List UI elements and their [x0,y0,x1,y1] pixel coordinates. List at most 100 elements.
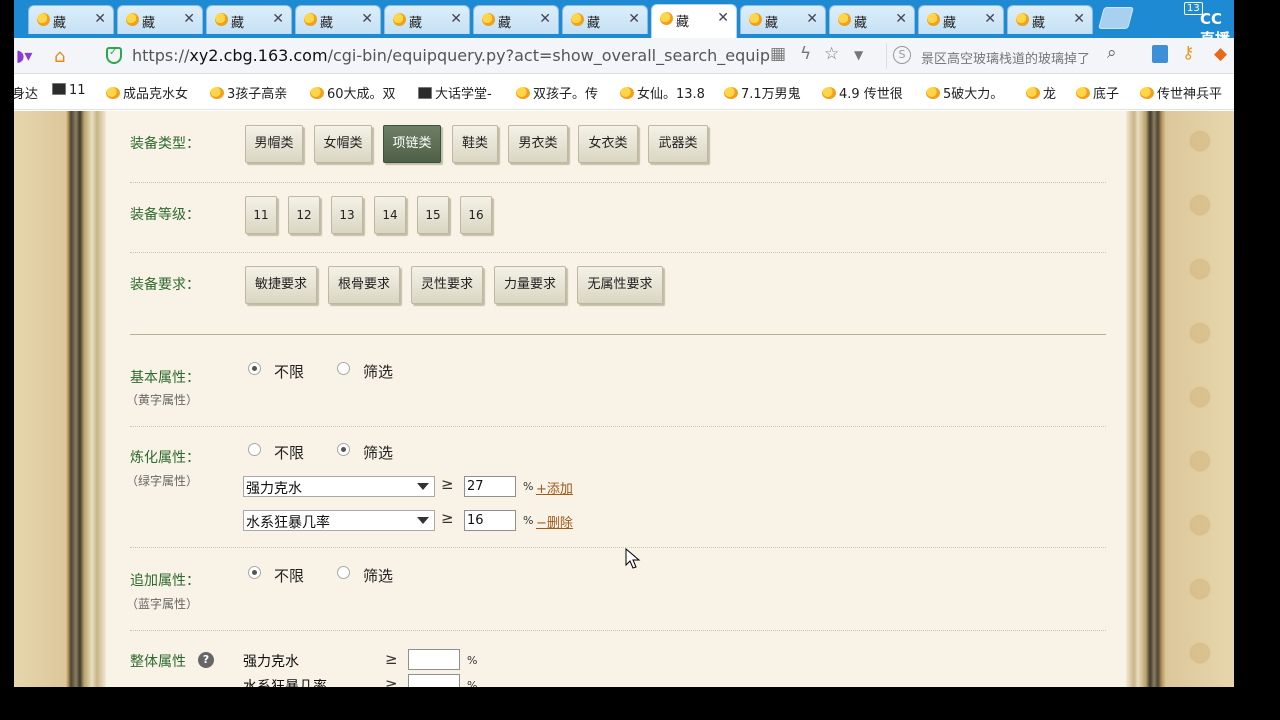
bookmark-item[interactable]: 双孩子。传 [516,83,598,102]
browser-tab[interactable]: 藏 ✕ [740,5,826,34]
equip-type-option[interactable]: 鞋类 [452,125,498,163]
browser-tab[interactable]: 藏 ✕ [918,5,1004,34]
equip-level-option[interactable]: 12 [288,196,320,234]
bookmark-item[interactable]: 60大成。双 [310,83,396,102]
bookmark-label: 龙 [1043,87,1057,102]
equip-level-option[interactable]: 13 [331,196,363,234]
grid-icon[interactable]: ▦ [770,44,786,64]
add-attr-link[interactable]: +添加 [536,478,573,497]
key-icon[interactable]: ⚷ [1182,43,1194,63]
extension-icon[interactable]: ◆ [1214,44,1227,64]
bookmark-label: 60大成。双 [327,87,396,102]
url-input[interactable]: https://xy2.cbg.163.com/cgi-bin/equipque… [132,46,770,65]
refine-attr-select[interactable]: 强力克水 [243,476,435,497]
equip-req-option[interactable]: 力量要求 [494,266,566,304]
search-input[interactable]: S 景区高空玻璃栈道的玻璃掉了 [886,43,1144,69]
equip-type-option[interactable]: 女帽类 [314,125,372,163]
close-icon[interactable]: ✕ [94,11,106,27]
equip-level-option[interactable]: 11 [245,196,277,234]
equip-req-option[interactable]: 灵性要求 [411,266,483,304]
cbg-favicon-icon [927,13,940,26]
tab-strip: 藏 ✕ 藏 ✕ 藏 ✕ 藏 ✕ 藏 ✕ 藏 ✕ 藏 ✕ 藏 ✕ 藏 ✕ 藏 ✕ 藏 ✕ 藏 ✕ 13 C… [14,0,1234,48]
browser-tab[interactable]: 藏 ✕ [562,5,648,34]
bookmark-item[interactable]: 成品克水女 [106,83,188,102]
bookmark-favicon-icon [1026,87,1040,99]
close-icon[interactable]: ✕ [272,11,284,27]
bookmark-item[interactable]: 身达 [14,83,38,102]
equip-req-option[interactable]: 根骨要求 [328,266,400,304]
help-icon[interactable]: ? [198,652,214,668]
equip-level-option[interactable]: 14 [374,196,406,234]
close-icon[interactable]: ✕ [450,11,462,27]
equip-type-option[interactable]: 女衣类 [578,125,638,163]
extra-attr-unlimited-radio[interactable] [248,566,261,579]
equip-type-option[interactable]: 武器类 [648,125,708,163]
cbg-favicon-icon [749,13,762,26]
bookmark-item[interactable]: 女仙。13.8 [620,83,705,102]
browser-tab[interactable]: 藏 ✕ [28,5,114,34]
back-menu-icon[interactable]: ◗▾ [16,46,32,65]
bookmark-item[interactable]: 4.9 传世很 [822,83,903,102]
close-icon[interactable]: ✕ [806,11,818,27]
star-icon[interactable]: ☆ [824,44,839,64]
close-icon[interactable]: ✕ [895,11,907,27]
close-icon[interactable]: ✕ [183,11,195,27]
close-icon[interactable]: ✕ [628,11,640,27]
overall-attr-value-input[interactable] [408,649,460,670]
close-icon[interactable]: ✕ [1073,11,1085,27]
refine-attr-value-input[interactable]: 27 [464,476,516,497]
lightning-icon[interactable]: ϟ [800,44,811,64]
search-icon[interactable]: ⌕ [1107,43,1117,63]
browser-tab[interactable]: 藏 ✕ [829,5,915,34]
basic-attr-unlimited-radio[interactable] [248,362,261,375]
bookmark-item[interactable]: 传世神兵平 [1140,83,1222,102]
close-icon[interactable]: ✕ [539,11,551,27]
geq-symbol: ≥ [441,475,454,493]
bookmark-label: 双孩子。传 [533,87,599,102]
bookmark-item[interactable]: 5破大力。 [926,83,1003,102]
refine-attr-value-input[interactable]: 16 [464,510,516,531]
browser-tab-active[interactable]: 藏 ✕ [651,4,737,38]
close-icon[interactable]: ✕ [717,10,729,26]
select-value: 强力克水 [246,481,302,497]
equip-level-option[interactable]: 16 [460,196,492,234]
equip-type-option[interactable]: 男帽类 [245,125,303,163]
browser-tab[interactable]: 藏 ✕ [473,5,559,34]
overall-attr-value-input[interactable] [408,674,460,687]
refine-attr-select[interactable]: 水系狂暴几率 [243,510,435,531]
new-tab-button[interactable] [1098,7,1134,29]
bookmark-item[interactable]: 11 [52,83,86,98]
browser-tab[interactable]: 藏 ✕ [1007,5,1093,34]
extension-icon[interactable] [1152,45,1168,63]
overall-attr-label: 整体属性 [130,654,186,670]
browser-tab[interactable]: 藏 ✕ [206,5,292,34]
chevron-down-icon[interactable]: ▼ [854,48,863,62]
equip-req-option[interactable]: 敏捷要求 [245,266,317,304]
close-icon[interactable]: ✕ [361,11,373,27]
browser-tab[interactable]: 藏 ✕ [384,5,470,34]
divider [130,426,1106,427]
equip-level-option[interactable]: 15 [417,196,449,234]
equip-type-option[interactable]: 男衣类 [508,125,568,163]
extra-attr-filter-radio[interactable] [337,566,350,579]
tab-title: 藏 [142,16,156,31]
bookmark-favicon-icon [310,87,324,99]
bookmark-item[interactable]: 7.1万男鬼 [724,83,801,102]
cbg-favicon-icon [304,13,317,26]
basic-attr-filter-radio[interactable] [337,362,350,375]
browser-tab[interactable]: 藏 ✕ [117,5,203,34]
delete-attr-link[interactable]: −删除 [536,512,573,531]
refine-attr-filter-radio[interactable] [337,443,350,456]
bookmark-favicon-icon [106,87,120,99]
equip-type-option-selected[interactable]: 项链类 [383,125,441,163]
bookmark-item[interactable]: 3孩子高亲 [210,83,287,102]
bookmark-item[interactable]: 底子 [1076,83,1119,102]
home-icon[interactable]: ⌂ [54,46,65,67]
bookmark-item[interactable]: 大话学堂- [418,83,492,102]
equip-req-option[interactable]: 无属性要求 [577,266,663,304]
divider [130,547,1106,548]
browser-tab[interactable]: 藏 ✕ [295,5,381,34]
refine-attr-unlimited-radio[interactable] [248,443,261,456]
close-icon[interactable]: ✕ [984,11,996,27]
bookmark-item[interactable]: 龙 [1026,83,1056,102]
